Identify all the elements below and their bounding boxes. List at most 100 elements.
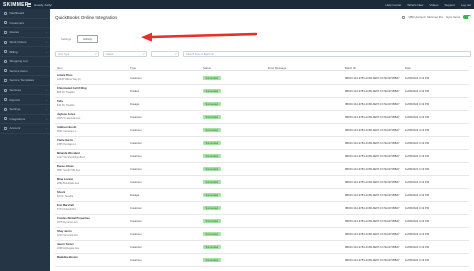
top-bar: SKIMMER Howdy, Kelly! Help Center What's… (0, 0, 474, 9)
sidebar-item-reports[interactable]: Reports › (0, 95, 50, 105)
sidebar-item-label: Account (9, 126, 21, 131)
item-detail: 5770 Oakmill Rd (57, 208, 76, 212)
batch-id-cell: 9B0FC144-9784-4C86-9E87-FC7E4372BB47 (345, 180, 400, 184)
item-cell[interactable]: Addison Booth 8521 Carriage Ln (57, 126, 76, 134)
sidebar-item-account[interactable]: Account › (0, 124, 50, 134)
sidebar-item-label: Customers (9, 20, 25, 25)
table-row[interactable]: Amani Ross 10645 Willow Way Dr Customer Suc… (55, 72, 469, 85)
sidebar-item-customers[interactable]: Customers (0, 19, 50, 29)
item-detail: 8521 Carriage Ln (57, 130, 77, 134)
main-content: QuickBooks Online Integration QBO Accoun… (50, 9, 474, 271)
item-cell[interactable]: Mina Lozano 2990 Brookside Ave (57, 178, 79, 186)
sync-toggle[interactable] (463, 15, 471, 19)
table-row[interactable]: Miranda Woodard 1217 Summit Ridge Blvd Cus… (55, 150, 469, 163)
batch-id-cell: 9B0FC144-9784-4C86-9E87-FC7E4372BB47 (345, 245, 400, 249)
item-cell[interactable]: Tabs $10.00, Taxable (57, 100, 75, 108)
col-type[interactable]: Type (130, 66, 136, 70)
item-cell[interactable]: Chlorinated Cell 8 Ring $95.00, Taxable (57, 87, 87, 95)
menu-icon[interactable] (27, 2, 31, 7)
sidebar-item-shopping-list[interactable]: Shopping List (0, 57, 50, 67)
sidebar-item-service-templates[interactable]: Service Templates (0, 76, 50, 86)
col-status[interactable]: Status (203, 66, 211, 70)
table-row[interactable]: Mina Lozano 2990 Brookside Ave Customer Suc… (55, 176, 469, 189)
tab-settings[interactable]: Settings (55, 35, 77, 43)
item-cell[interactable]: Shock $4.00, Taxable (57, 191, 73, 199)
item-cell[interactable]: Eric Marshall 5770 Oakmill Rd (57, 204, 75, 212)
date-select[interactable]: ▾ (151, 51, 179, 57)
table-row[interactable]: Jaylene Jones 4815 S Lakeside Ave Customer… (55, 111, 469, 124)
sidebar-item-integrations[interactable]: Integrations › (0, 115, 50, 125)
date-cell: 11/08/2024 4:19 PM (405, 167, 430, 171)
nav-whats-new[interactable]: What's New (407, 3, 423, 7)
sidebar-item-dashboard[interactable]: Dashboard (0, 9, 50, 19)
table-row[interactable]: Addison Booth 8521 Carriage Ln Customer Suc… (55, 124, 469, 137)
col-item[interactable]: Item (57, 66, 62, 70)
chevron-right-icon: › (46, 97, 47, 102)
status-select[interactable]: Status ▾ (103, 51, 147, 57)
date-cell: 11/08/2024 4:19 PM (405, 102, 430, 106)
tab-activity[interactable]: Activity (77, 35, 98, 44)
status-badge: Succeeded (203, 180, 221, 185)
batch-id-cell: 9B0FC144-9784-4C86-9E87-FC7E4372BB47 (345, 115, 400, 119)
table-row[interactable]: Tabs $10.00, Taxable Dosage Succeeded 9B0FC1… (55, 98, 469, 111)
item-cell[interactable]: Jaylene Jones 4815 S Lakeside Ave (57, 113, 80, 121)
nav-support[interactable]: Support (444, 3, 455, 7)
table-row[interactable]: Chlorinated Cell 8 Ring $95.00, Taxable Pr… (55, 85, 469, 98)
batch-id-cell: 9B0FC144-9784-4C86-9E87-FC7E4372BB47 (345, 219, 400, 223)
table-row[interactable]: Reese Chase 5867 South Hills Ave Customer S… (55, 163, 469, 176)
sidebar-item-routes[interactable]: Routes › (0, 28, 50, 38)
nav-help-center[interactable]: Help Center (385, 3, 401, 7)
item-cell[interactable]: Miranda Woodard 1217 Summit Ridge Blvd (57, 152, 85, 160)
sidebar-item-label: Reports (9, 97, 21, 102)
item-detail: 3210 Seminole Rd (57, 234, 78, 238)
item-cell[interactable]: Jaxon Turner 2468 Applegate Ave (57, 243, 79, 251)
item-cell[interactable]: Madeline Brown (57, 256, 78, 260)
table-row[interactable]: Madeline Brown Customer Succeeded 9B0FC144-… (55, 254, 469, 267)
item-detail: $4.00, Taxable (57, 195, 74, 199)
nav-log-out[interactable]: Log out (461, 3, 471, 7)
item-type-select[interactable]: Item Type ▾ (55, 51, 99, 57)
sidebar-item-service-items[interactable]: Service Items (0, 67, 50, 77)
item-cell[interactable]: Amani Ross 10645 Willow Way Dr (57, 74, 81, 82)
col-date[interactable]: Date (405, 66, 411, 70)
status-badge: Succeeded (203, 232, 221, 237)
item-detail: 1217 Summit Ridge Blvd (57, 156, 85, 160)
customers-icon (4, 21, 7, 25)
status-badge: Succeeded (203, 115, 221, 120)
type-cell: Customer (130, 141, 142, 145)
sidebar-item-settings[interactable]: Settings › (0, 105, 50, 115)
item-cell[interactable]: Condes Rental Properties 2575 Dynamic Ave (57, 217, 90, 225)
type-cell: Customer (130, 232, 142, 236)
sidebar-item-label: Services (9, 88, 22, 93)
nav-videos[interactable]: Videos (429, 3, 438, 7)
sidebar-item-label: Settings (9, 107, 21, 112)
table-row[interactable]: Condes Rental Properties 2575 Dynamic Ave… (55, 215, 469, 228)
search-input[interactable]: Search Item or Batch ID (183, 51, 471, 57)
col-batch-id[interactable]: Batch ID (345, 66, 356, 70)
item-cell[interactable]: Reese Chase 5867 South Hills Ave (57, 165, 80, 173)
table-row[interactable]: Shay Jerrin 3210 Seminole Rd Customer Succe… (55, 228, 469, 241)
sync-items-label: Sync Items (446, 15, 460, 19)
top-nav: Help Center What's New Videos Support Lo… (385, 3, 471, 7)
sidebar-item-billing[interactable]: Billing › (0, 47, 50, 57)
sidebar-item-work-orders[interactable]: Work Orders › (0, 38, 50, 48)
date-cell: 11/08/2024 4:19 PM (405, 193, 430, 197)
item-name[interactable]: Madeline Brown (57, 256, 78, 260)
table-row[interactable]: Eric Marshall 5770 Oakmill Rd Customer Succ… (55, 202, 469, 215)
item-cell[interactable]: Claire Harris 2355 Heritage Ln (57, 139, 76, 147)
sidebar-item-services[interactable]: Services › (0, 86, 50, 96)
qbo-status-checkbox[interactable] (402, 15, 406, 19)
services-icon (4, 88, 7, 92)
skimmer-logo[interactable]: SKIMMER (3, 2, 29, 8)
table-row[interactable]: Shock $4.00, Taxable Dosage Succeeded 9B0FC1… (55, 189, 469, 202)
batch-id-cell: 9B0FC144-9784-4C86-9E87-FC7E4372BB47 (345, 128, 400, 132)
status-badge: Succeeded (203, 154, 221, 159)
status-badge: Succeeded (203, 89, 221, 94)
item-cell[interactable]: Shay Jerrin 3210 Seminole Rd (57, 230, 78, 238)
item-detail: $95.00, Taxable (57, 91, 75, 95)
table-row[interactable]: Claire Harris 2355 Heritage Ln Customer Suc… (55, 137, 469, 150)
date-cell: 11/08/2024 4:19 PM (405, 154, 430, 158)
table-row[interactable]: Jaxon Turner 2468 Applegate Ave Customer Su… (55, 241, 469, 254)
col-error-message[interactable]: Error Message (268, 66, 286, 70)
status-badge: Succeeded (203, 102, 221, 107)
